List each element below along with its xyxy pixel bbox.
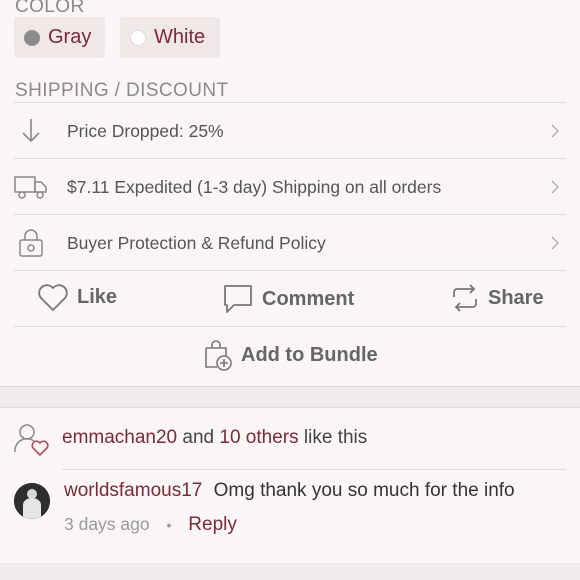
comment-timestamp: 3 days ago	[64, 514, 150, 534]
liker-username-link[interactable]: emmachan20	[62, 427, 177, 448]
arrow-down-icon	[14, 114, 48, 148]
commenter-username-link[interactable]: worldsfamous17	[64, 480, 202, 501]
bottom-separator	[0, 563, 580, 580]
comment-label: Comment	[262, 287, 355, 310]
likes-summary: emmachan20 and 10 others like this	[62, 427, 367, 449]
share-button[interactable]: Share	[450, 283, 544, 313]
chevron-right-icon	[551, 180, 559, 194]
shipping-text: $7.11 Expedited (1-3 day) Shipping on al…	[67, 176, 442, 197]
color-option-white-label: White	[154, 26, 206, 48]
color-option-gray[interactable]: Gray	[14, 17, 105, 58]
shipping-section-label: SHIPPING / DISCOUNT	[15, 80, 229, 101]
color-option-gray-label: Gray	[48, 26, 92, 48]
price-dropped-text: Price Dropped: 25%	[67, 120, 224, 141]
shipping-row[interactable]: $7.11 Expedited (1-3 day) Shipping on al…	[14, 159, 566, 215]
color-section-label: COLOR	[15, 0, 85, 17]
likes-suffix: like this	[303, 427, 368, 448]
liked-by-icon	[14, 422, 50, 461]
divider	[14, 270, 566, 271]
lock-icon	[14, 226, 48, 260]
price-dropped-row[interactable]: Price Dropped: 25%	[14, 103, 566, 159]
like-button[interactable]: Like	[37, 282, 117, 312]
add-to-bundle-button[interactable]: Add to Bundle	[203, 339, 378, 371]
truck-icon	[14, 170, 48, 204]
bundle-bag-icon	[205, 340, 232, 371]
chevron-right-icon	[551, 124, 559, 138]
gray-swatch-icon	[24, 29, 40, 46]
white-swatch-icon	[130, 29, 146, 46]
divider	[62, 469, 566, 470]
comment-text: Omg thank you so much for the info	[213, 480, 515, 501]
reply-link[interactable]: Reply	[188, 514, 237, 535]
likes-others-link[interactable]: 10 others	[219, 427, 298, 448]
likes-and: and	[182, 427, 215, 448]
divider	[14, 326, 566, 327]
chevron-right-icon	[551, 236, 559, 250]
add-to-bundle-label: Add to Bundle	[241, 343, 378, 366]
meta-separator: •	[166, 517, 172, 533]
buyer-protection-text: Buyer Protection & Refund Policy	[67, 232, 326, 253]
share-icon	[453, 284, 477, 312]
color-option-white[interactable]: White	[120, 17, 220, 58]
share-label: Share	[488, 286, 544, 309]
comment-meta: 3 days ago • Reply	[64, 514, 237, 536]
section-separator	[0, 386, 580, 408]
buyer-protection-row[interactable]: Buyer Protection & Refund Policy	[14, 215, 566, 271]
avatar[interactable]	[14, 483, 50, 519]
comment-line: worldsfamous17 Omg thank you so much for…	[64, 480, 515, 502]
comment-button[interactable]: Comment	[222, 283, 354, 315]
comment-icon	[224, 285, 252, 313]
like-label: Like	[77, 285, 118, 308]
heart-icon	[38, 284, 68, 311]
